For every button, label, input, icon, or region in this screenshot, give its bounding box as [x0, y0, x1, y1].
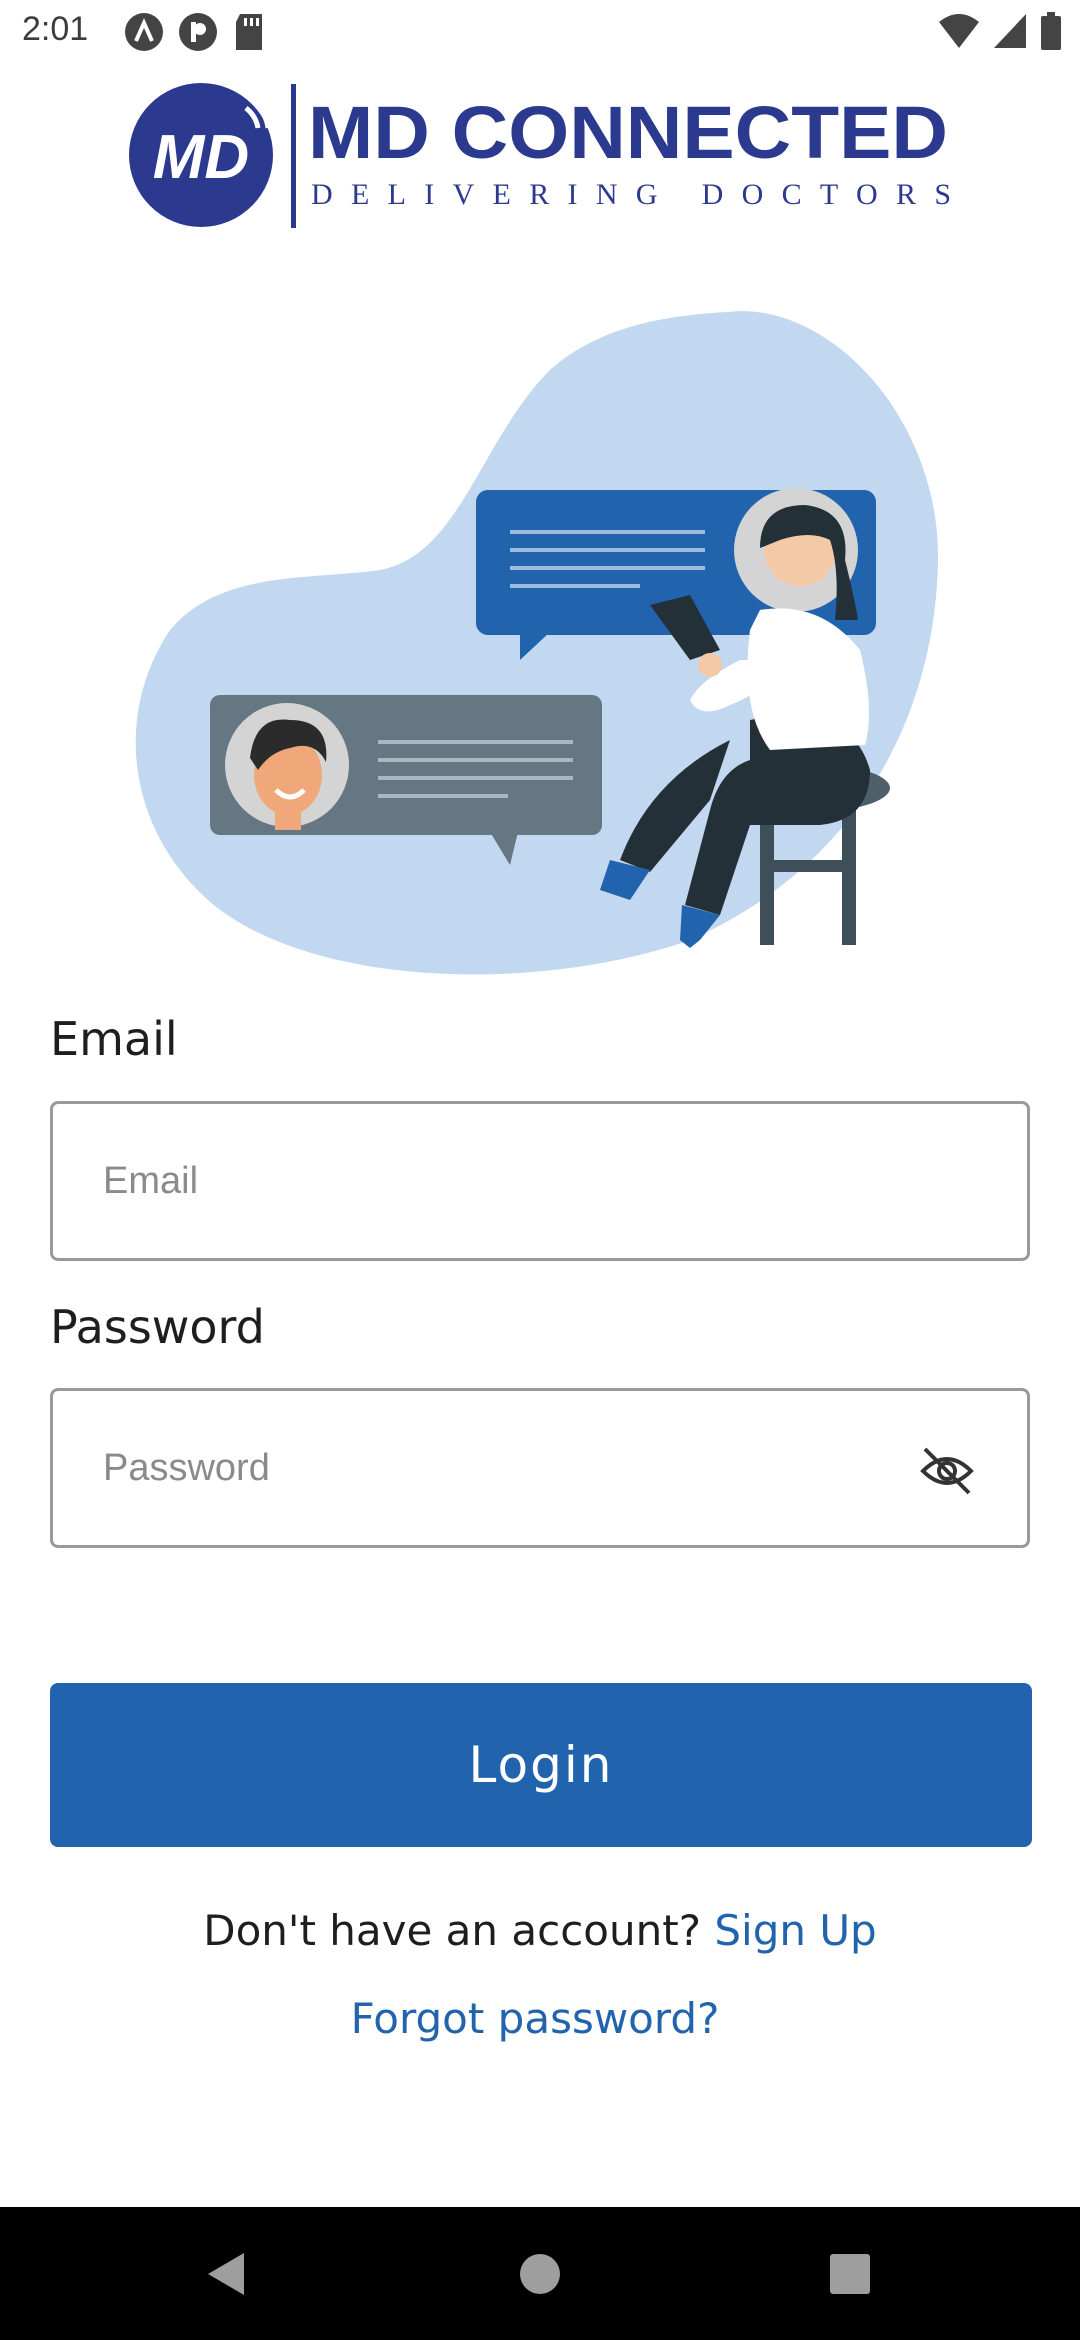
recents-icon [830, 2253, 870, 2294]
status-bar: 2:01 [0, 0, 1080, 66]
home-icon [520, 2253, 560, 2294]
back-icon [208, 2252, 244, 2295]
app-a-icon [125, 13, 163, 51]
nav-back-button[interactable] [156, 2207, 296, 2340]
nav-home-button[interactable] [470, 2207, 610, 2340]
signup-link[interactable]: Sign Up [714, 1906, 876, 1955]
app-p-icon [179, 13, 217, 51]
password-label: Password [50, 1300, 265, 1354]
hero-illustration [130, 300, 950, 990]
email-input[interactable] [103, 1104, 923, 1258]
eye-off-icon [920, 1447, 974, 1495]
wifi-icon [939, 14, 979, 48]
brand-tagline: DELIVERING DOCTORS [311, 178, 951, 211]
system-nav-bar [0, 2207, 1080, 2340]
sd-card-icon [236, 14, 262, 50]
battery-icon [1041, 12, 1061, 50]
status-system-icons [938, 12, 1062, 50]
brand-logo-graphic: MD MD CONNECTED DELIVERING DOCTORS [129, 83, 951, 228]
status-notification-icons [124, 12, 266, 52]
brand-logo: MD MD CONNECTED DELIVERING DOCTORS [128, 80, 958, 230]
password-field[interactable] [50, 1388, 1030, 1548]
nav-recents-button[interactable] [780, 2207, 920, 2340]
email-field[interactable] [50, 1101, 1030, 1261]
login-button[interactable]: Login [50, 1683, 1032, 1847]
signal-icon [994, 14, 1026, 48]
password-visibility-toggle[interactable] [917, 1441, 977, 1501]
email-label: Email [50, 1012, 178, 1066]
logo-mark-text: MD [153, 123, 249, 192]
forgot-password-link[interactable]: Forgot password? [0, 1994, 1070, 2043]
status-time: 2:01 [22, 10, 89, 48]
password-input[interactable] [103, 1391, 923, 1545]
signup-row: Don't have an account? Sign Up [0, 1906, 1080, 1955]
signup-prompt: Don't have an account? [203, 1906, 701, 1955]
brand-name: MD CONNECTED [308, 91, 948, 174]
